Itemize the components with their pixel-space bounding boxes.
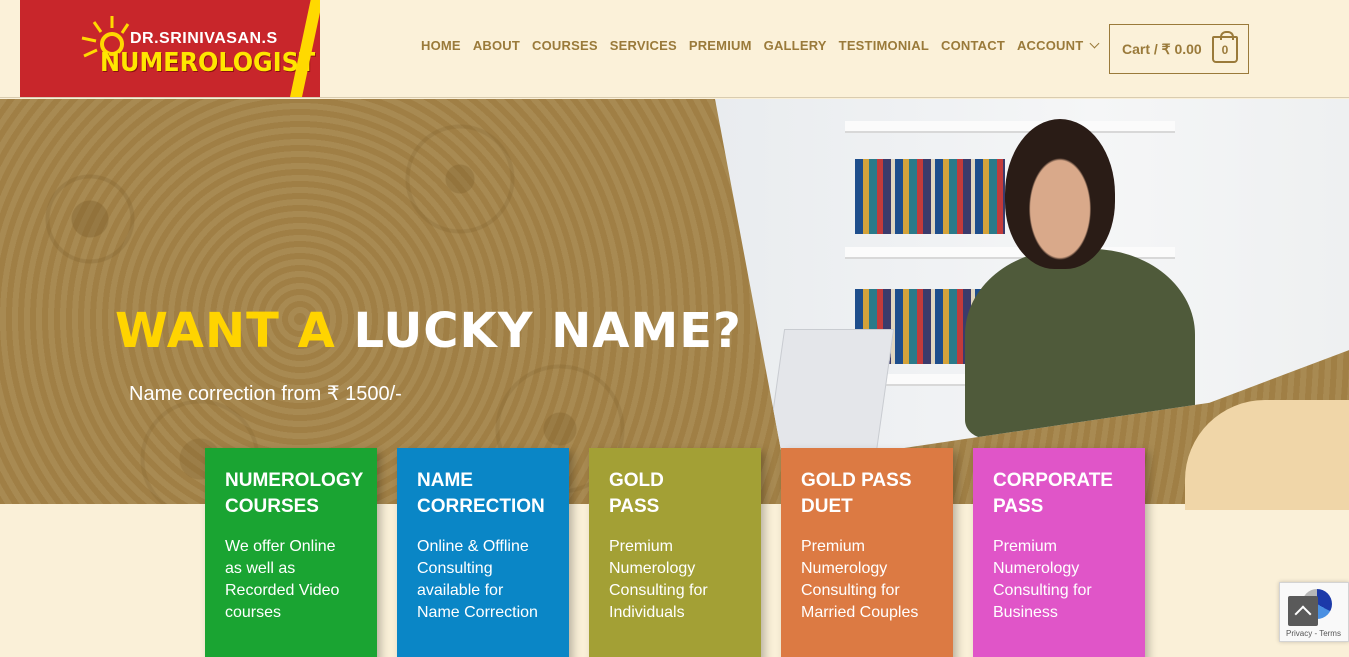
shopping-bag-icon: 0 bbox=[1212, 31, 1238, 63]
chevron-down-icon bbox=[1089, 38, 1100, 49]
card-title: NAME CORRECTION bbox=[417, 470, 545, 517]
nav-contact[interactable]: CONTACT bbox=[941, 38, 1005, 53]
nav-premium[interactable]: PREMIUM bbox=[689, 38, 752, 53]
nav-account-label: ACCOUNT bbox=[1016, 38, 1084, 53]
recaptcha-terms[interactable]: Privacy - Terms bbox=[1286, 629, 1341, 638]
card-text: Online & Offline Consulting available fo… bbox=[417, 538, 538, 621]
card-numerology-courses[interactable]: NUMEROLOGY COURSES We offer Online as we… bbox=[205, 448, 377, 657]
hero-title: WANT A LUCKY NAME? bbox=[115, 303, 742, 359]
card-title: CORPORATE PASS bbox=[993, 470, 1113, 517]
nav-courses[interactable]: COURSES bbox=[532, 38, 598, 53]
card-text: Premium Numerology Consulting for Marrie… bbox=[801, 538, 919, 621]
nav-testimonial[interactable]: TESTIMONIAL bbox=[839, 38, 929, 53]
card-title: GOLD PASS DUET bbox=[801, 470, 912, 517]
hero-title-highlight: WANT A bbox=[115, 303, 336, 359]
laptop bbox=[765, 329, 895, 459]
card-corporate-pass[interactable]: CORPORATE PASS Premium Numerology Consul… bbox=[973, 448, 1145, 657]
brand-name: DR.SRINIVASAN.S bbox=[130, 30, 278, 47]
card-text: We offer Online as well as Recorded Vide… bbox=[225, 538, 340, 621]
chevron-up-icon[interactable] bbox=[1288, 596, 1318, 626]
card-gold-pass[interactable]: GOLD PASS Premium Numerology Consulting … bbox=[589, 448, 761, 657]
site-header: DR.SRINIVASAN.S NUMEROLOGIST HOME ABOUT … bbox=[0, 0, 1349, 98]
nav-account[interactable]: ACCOUNT bbox=[1016, 38, 1100, 53]
service-cards: NUMEROLOGY COURSES We offer Online as we… bbox=[205, 448, 1145, 657]
cart-button[interactable]: Cart / ₹ 0.00 0 bbox=[1109, 24, 1249, 74]
books bbox=[855, 159, 1005, 234]
person-head bbox=[1005, 119, 1115, 269]
main-nav: HOME ABOUT COURSES SERVICES PREMIUM GALL… bbox=[421, 38, 1110, 53]
card-name-correction[interactable]: NAME CORRECTION Online & Offline Consult… bbox=[397, 448, 569, 657]
site-logo[interactable]: DR.SRINIVASAN.S NUMEROLOGIST bbox=[20, 0, 320, 97]
nav-about[interactable]: ABOUT bbox=[473, 38, 520, 53]
nav-services[interactable]: SERVICES bbox=[610, 38, 677, 53]
brand-title: NUMEROLOGIST bbox=[100, 48, 316, 78]
card-text: Premium Numerology Consulting for Busine… bbox=[993, 538, 1092, 621]
nav-home[interactable]: HOME bbox=[421, 38, 461, 53]
hero-subtitle: Name correction from ₹ 1500/- bbox=[129, 383, 402, 405]
hero-banner: WANT A LUCKY NAME? Name correction from … bbox=[0, 99, 1349, 504]
bookshelf bbox=[845, 121, 1175, 133]
hero-title-rest: LUCKY NAME? bbox=[353, 303, 742, 359]
person bbox=[965, 249, 1195, 439]
nav-gallery[interactable]: GALLERY bbox=[764, 38, 827, 53]
card-text: Premium Numerology Consulting for Indivi… bbox=[609, 538, 708, 621]
card-title: NUMEROLOGY COURSES bbox=[225, 470, 364, 517]
cart-label: Cart / ₹ 0.00 bbox=[1122, 40, 1202, 57]
card-title: GOLD PASS bbox=[609, 470, 664, 517]
card-gold-pass-duet[interactable]: GOLD PASS DUET Premium Numerology Consul… bbox=[781, 448, 953, 657]
cart-count: 0 bbox=[1221, 42, 1229, 57]
